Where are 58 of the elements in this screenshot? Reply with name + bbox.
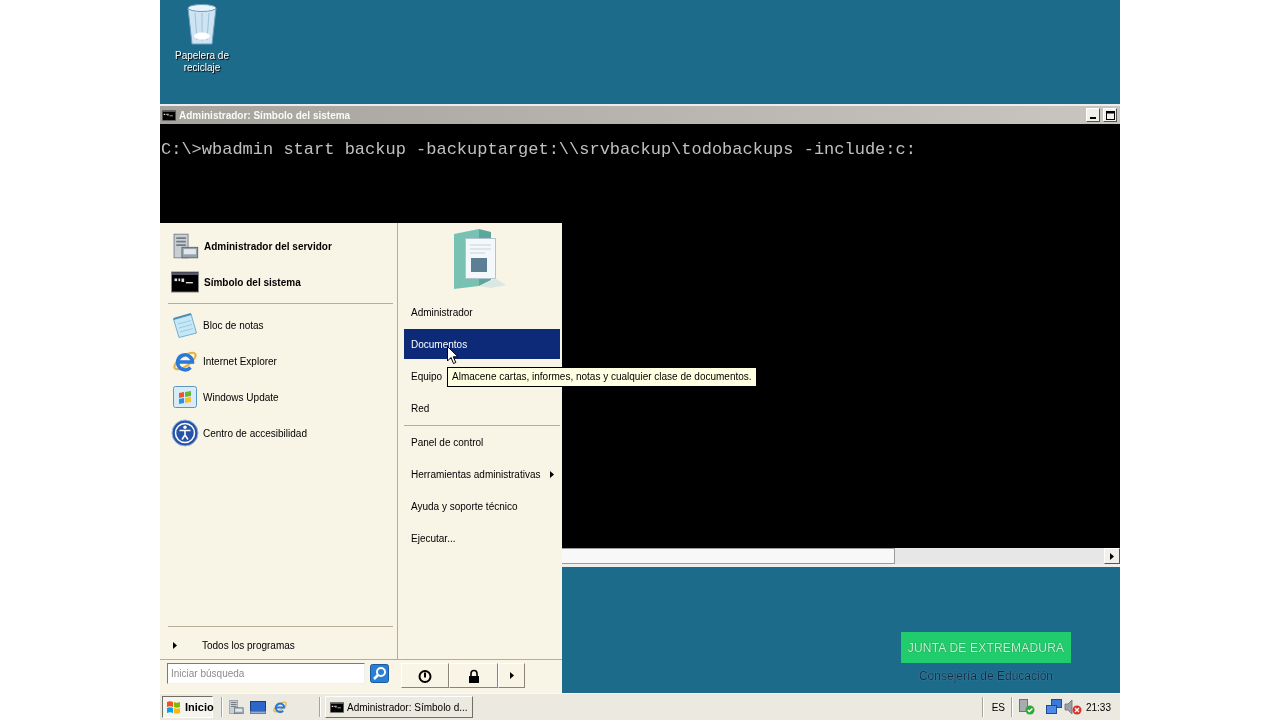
monitors-icon[interactable]	[1045, 699, 1062, 715]
start-button[interactable]: Inicio	[162, 696, 213, 718]
caret-icon	[509, 672, 514, 679]
menu-item[interactable]: Red	[411, 402, 430, 414]
flag-logo-icon	[166, 699, 182, 715]
menu-item[interactable]: Internet Explorer	[160, 343, 397, 379]
language-indicator[interactable]: ES	[991, 701, 1005, 713]
menu-item[interactable]: Ejecutar...	[411, 532, 456, 544]
more-options-button[interactable]	[498, 663, 525, 688]
maximize-button[interactable]	[1103, 108, 1117, 122]
horizontal-scrollbar[interactable]	[562, 548, 1120, 564]
maximize-icon	[1105, 110, 1115, 120]
taskbar-button[interactable]: Administrador: Símbolo d...	[325, 696, 473, 718]
caret-icon	[173, 641, 177, 649]
power-icon	[418, 668, 432, 683]
search-button[interactable]	[370, 664, 389, 683]
mouse-pointer-icon	[447, 346, 459, 365]
menu-item[interactable]: Panel de control	[411, 436, 484, 448]
menu-item[interactable]: Equipo	[411, 370, 443, 382]
menu-item[interactable]: Bloc de notas	[160, 307, 397, 343]
recycle-bin-icon[interactable]	[184, 3, 220, 45]
minimize-icon	[1090, 117, 1096, 119]
clock: 21:33	[1085, 701, 1111, 713]
tooltip: Almacene cartas, informes, notas y cualquier clase de documentos.	[447, 367, 757, 387]
search-field[interactable]: Iniciar búsqueda	[167, 663, 365, 684]
e-logo-icon[interactable]	[272, 699, 288, 715]
desktop-icon-label: Papelera de reciclaje	[174, 50, 230, 74]
menu-item[interactable]: Administrador	[411, 306, 473, 318]
accessibility-icon	[171, 419, 199, 447]
console-icon	[330, 701, 344, 713]
console-line: C:\>wbadmin start backup -backuptarget:\\srvbackup\todobackups -include:c:	[161, 140, 917, 160]
console-icon	[171, 268, 199, 296]
menu-item[interactable]: Documentos	[404, 329, 560, 359]
logo-subtitle: Consejería de Educación	[918, 669, 1054, 683]
window-title: Administrador: Símbolo del sistema	[179, 109, 351, 121]
desktop-icon[interactable]	[250, 699, 266, 715]
server-icon	[171, 232, 199, 260]
notepad-icon	[171, 311, 199, 339]
scroll-right-button[interactable]	[1104, 548, 1120, 564]
menu-item[interactable]: Centro de accesibilidad	[160, 415, 397, 451]
minimize-button[interactable]	[1086, 108, 1100, 122]
menu-item[interactable]: Herramientas administrativas	[411, 468, 541, 480]
lock-icon	[467, 668, 480, 683]
lock-button[interactable]	[449, 663, 498, 688]
console-icon	[162, 109, 176, 121]
menu-item[interactable]: Windows Update	[160, 379, 397, 415]
search-icon	[370, 664, 389, 683]
all-programs-item[interactable]: Todos los programas	[160, 633, 397, 657]
power-button[interactable]	[401, 663, 449, 688]
caret-icon	[1110, 552, 1114, 560]
window-flag-icon	[171, 383, 199, 411]
device-check-icon[interactable]	[1017, 699, 1035, 715]
menu-item[interactable]: Administrador del servidor	[160, 228, 397, 264]
server-icon[interactable]	[228, 699, 244, 715]
menu-item[interactable]: Ayuda y soporte técnico	[411, 500, 518, 512]
menu-item[interactable]: Símbolo del sistema	[160, 264, 397, 300]
logo-title: JUNTA DE EXTREMADURA	[901, 632, 1071, 663]
speaker-muted-icon[interactable]	[1063, 699, 1082, 715]
